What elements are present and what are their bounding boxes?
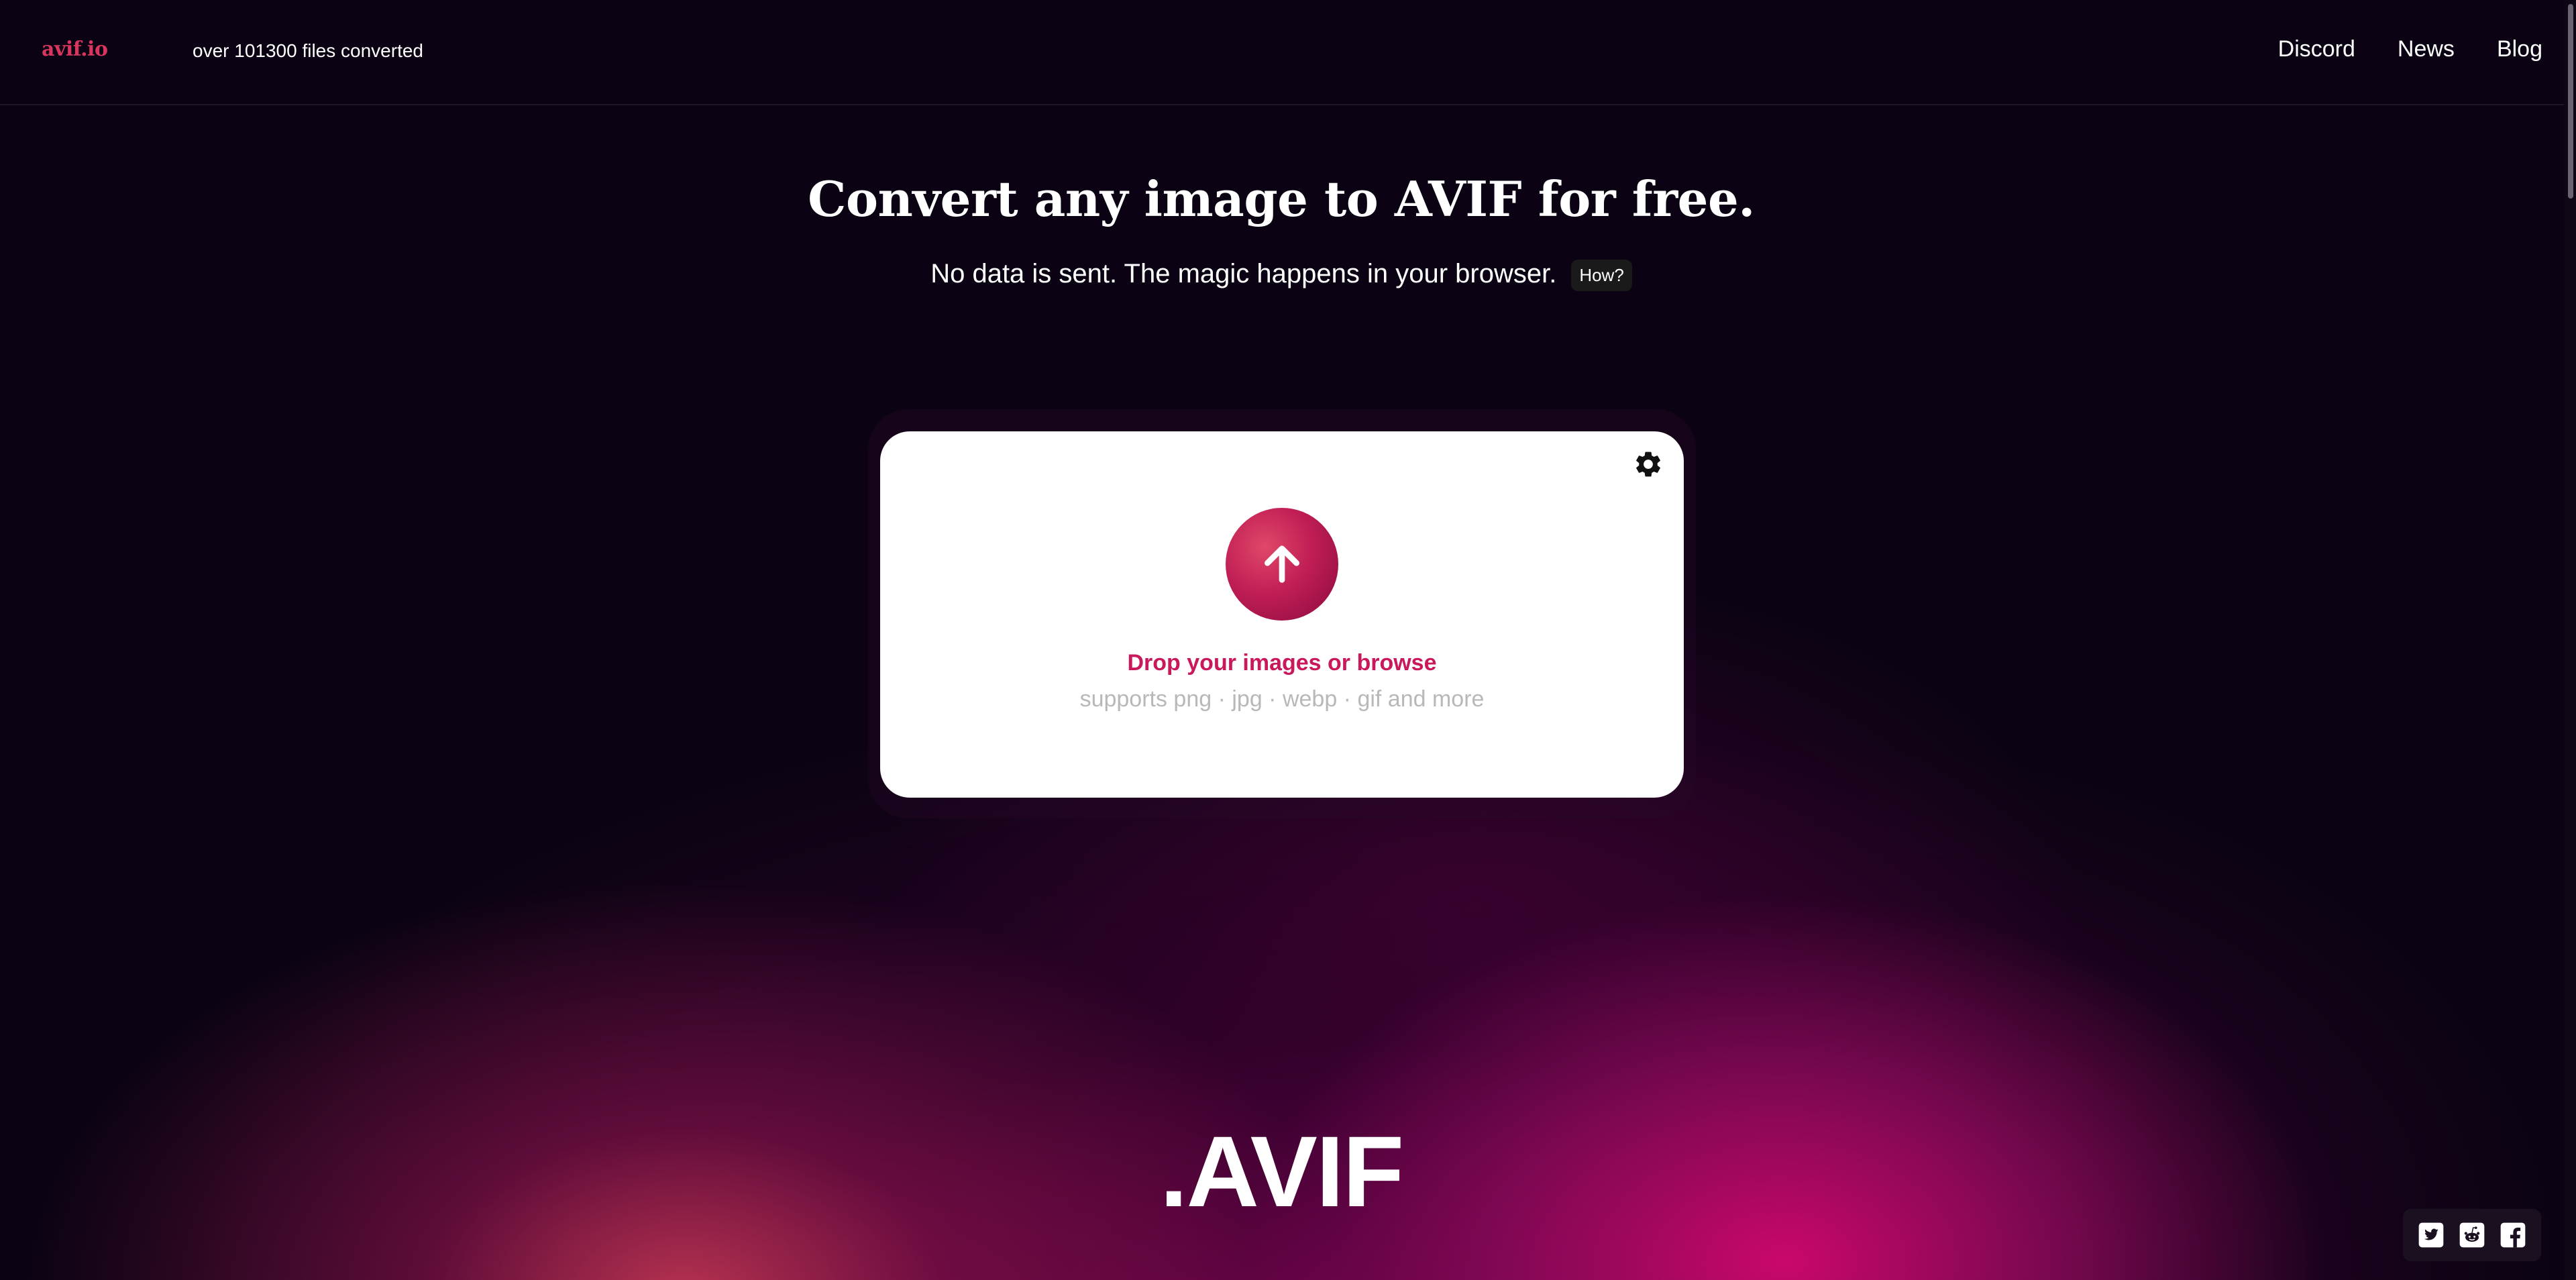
hero-subtitle-text: No data is sent. The magic happens in yo… <box>930 259 1557 288</box>
logo[interactable]: avif.io <box>42 38 108 61</box>
twitter-icon[interactable] <box>2418 1222 2445 1248</box>
social-share-bar <box>2403 1209 2541 1261</box>
hero-subtitle: No data is sent. The magic happens in yo… <box>0 259 2563 291</box>
hero-title: Convert any image to AVIF for free. <box>808 170 1755 227</box>
main-nav: Discord News Blog <box>2278 36 2542 62</box>
page-scrollbar[interactable] <box>2564 0 2576 1280</box>
files-converted-counter: over 101300 files converted <box>193 40 423 61</box>
supported-formats: supports png · jpg · webp · gif and more <box>1079 686 1485 712</box>
nav-discord[interactable]: Discord <box>2278 36 2355 62</box>
scrollbar-thumb[interactable] <box>2568 4 2573 199</box>
nav-news[interactable]: News <box>2398 36 2455 62</box>
how-button[interactable]: How? <box>1571 259 1632 291</box>
arrow-up-icon <box>1265 545 1299 583</box>
nav-blog[interactable]: Blog <box>2497 36 2542 62</box>
dropzone-title[interactable]: Drop your images or browse <box>880 650 1684 676</box>
page: avif.io over 101300 files converted Disc… <box>0 0 2576 1280</box>
facebook-icon[interactable] <box>2500 1222 2526 1248</box>
site-header: avif.io over 101300 files converted Disc… <box>0 0 2576 105</box>
settings-gear-icon[interactable] <box>1633 449 1664 480</box>
image-dropzone[interactable]: Drop your images or browse supports png … <box>880 431 1684 798</box>
avif-heading: .AVIF <box>1159 1115 1404 1228</box>
upload-button[interactable] <box>1226 508 1338 621</box>
reddit-icon[interactable] <box>2459 1222 2485 1248</box>
